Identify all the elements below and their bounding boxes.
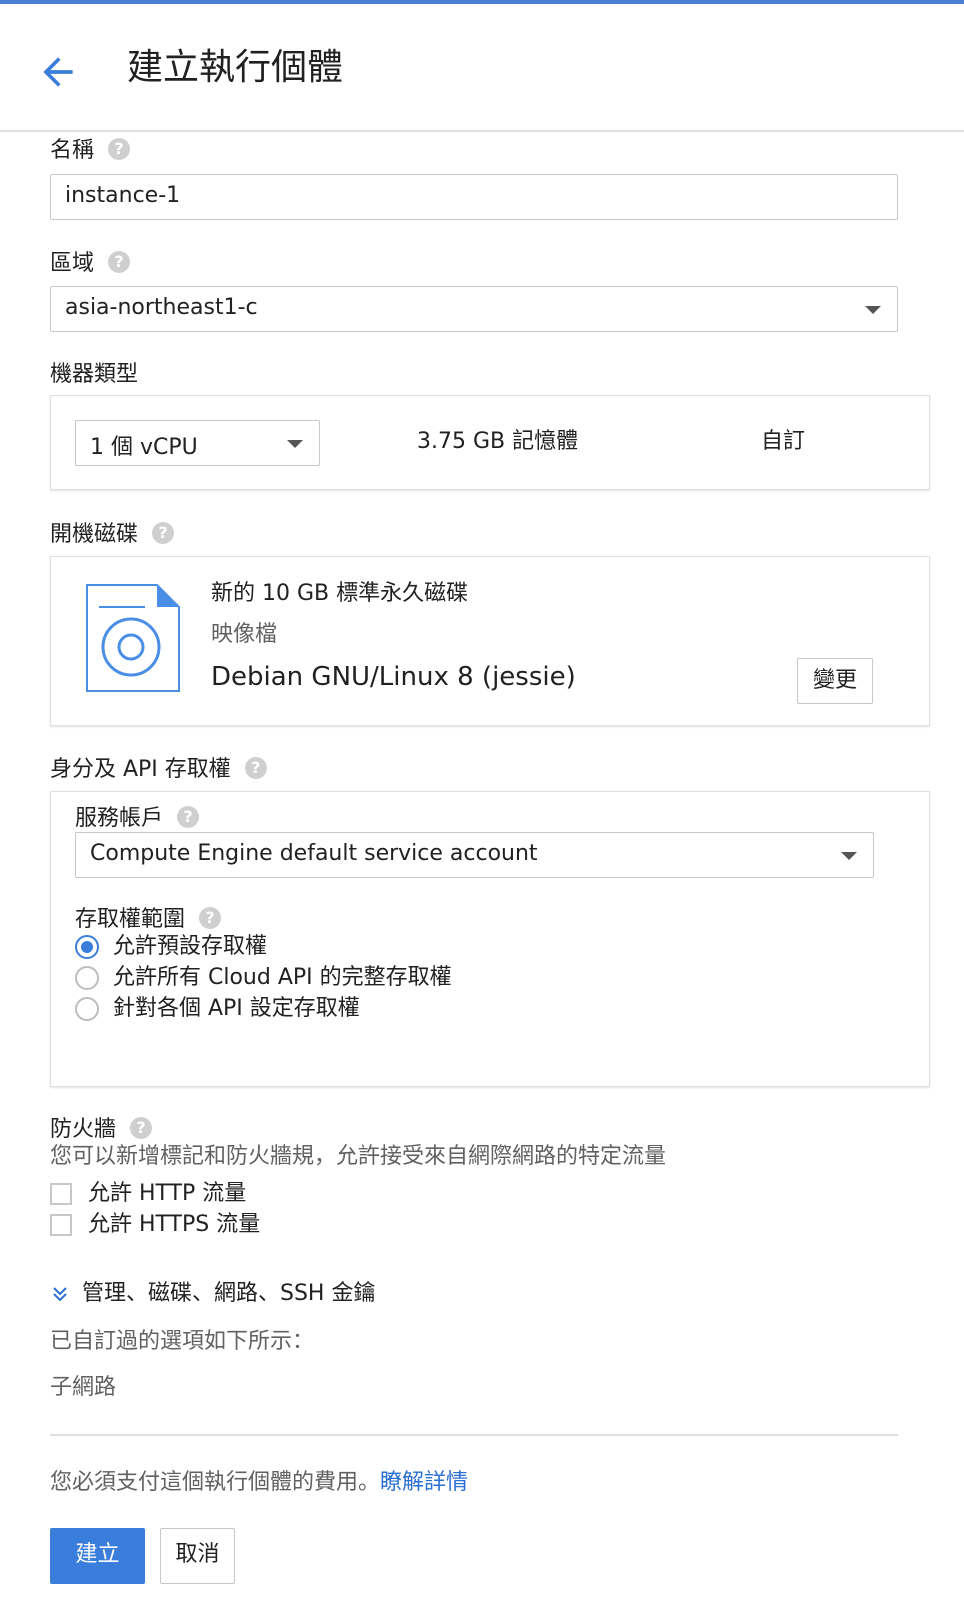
page-header: 建立執行個體 [0,4,964,132]
help-icon[interactable]: ? [244,757,267,779]
scope-radio-per-api[interactable] [75,997,99,1021]
dropdown-caret-icon [865,306,881,314]
allow-https-checkbox[interactable] [50,1214,72,1236]
customized-note: 已自訂過的選項如下所示： [50,1329,315,1354]
help-icon[interactable]: ? [199,907,222,929]
image-label: 映像檔 [211,622,278,647]
image-value: Debian GNU/Linux 8 (jessie) [211,662,576,692]
learn-more-link[interactable]: 瞭解詳情 [380,1470,468,1495]
firewall-label: 防火牆? [50,1115,153,1145]
scope-option-label: 允許所有 Cloud API 的完整存取權 [113,965,452,990]
cpu-select[interactable]: 1 個 vCPU [75,420,320,466]
scope-radio-default[interactable] [75,935,99,959]
cancel-button[interactable]: 取消 [160,1528,235,1584]
allow-http-checkbox[interactable] [50,1183,72,1205]
advanced-options-link[interactable]: 管理、磁碟、網路、SSH 金鑰 [82,1279,375,1309]
zone-select[interactable]: asia-northeast1-c [50,286,898,332]
name-label: 名稱? [50,136,131,166]
help-icon[interactable]: ? [108,138,131,160]
scope-radio-full[interactable] [75,966,99,990]
machine-type-card: 1 個 vCPU 3.75 GB 記憶體 自訂 [50,395,930,490]
machine-type-label: 機器類型 [50,362,139,387]
change-disk-button[interactable]: 變更 [797,658,873,704]
identity-card: 服務帳戶? Compute Engine default service acc… [50,791,930,1087]
boot-disk-label: 開機磁碟? [50,520,175,550]
help-icon[interactable]: ? [177,806,200,828]
identity-label: 身分及 API 存取權? [50,755,267,785]
customized-item: 子網路 [50,1375,117,1400]
firewall-description: 您可以新增標記和防火牆規，允許接受來自網際網路的特定流量 [50,1144,667,1169]
allow-https-label: 允許 HTTPS 流量 [88,1212,261,1237]
customize-link[interactable]: 自訂 [761,427,805,457]
help-icon[interactable]: ? [108,251,131,273]
disk-image-icon [86,584,180,692]
disk-title: 新的 10 GB 標準永久磁碟 [211,581,469,606]
memory-value: 3.75 GB 記憶體 [417,429,579,454]
zone-label: 區域? [50,249,131,279]
service-account-label: 服務帳戶? [75,804,200,834]
create-button[interactable]: 建立 [50,1528,145,1584]
chevron-double-down-icon[interactable] [50,1284,70,1304]
help-icon[interactable]: ? [152,522,175,544]
scope-option-label: 允許預設存取權 [113,934,268,959]
allow-http-label: 允許 HTTP 流量 [88,1181,247,1206]
divider [50,1434,898,1436]
dropdown-caret-icon [841,852,857,860]
scope-option-label: 針對各個 API 設定存取權 [113,996,360,1021]
boot-disk-card: 新的 10 GB 標準永久磁碟 映像檔 Debian GNU/Linux 8 (… [50,556,930,726]
access-scope-label: 存取權範圍? [75,905,222,935]
help-icon[interactable]: ? [130,1117,153,1139]
dropdown-caret-icon [287,440,303,448]
name-input[interactable]: instance-1 [50,174,898,220]
service-account-select[interactable]: Compute Engine default service account [75,832,874,878]
page-title: 建立執行個體 [127,47,344,88]
billing-note: 您必須支付這個執行個體的費用。瞭解詳情 [50,1470,469,1495]
back-arrow-icon[interactable] [36,50,80,94]
